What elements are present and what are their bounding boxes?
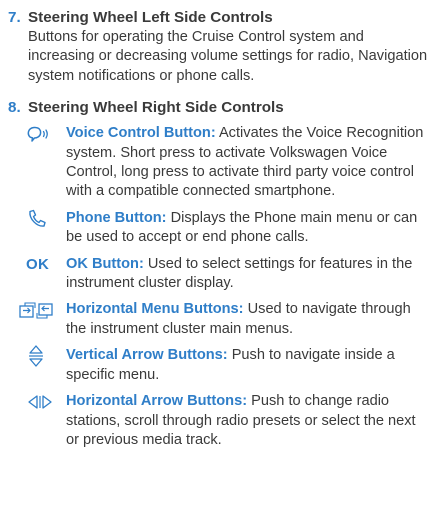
page: 7. Steering Wheel Left Side Controls But… [0,0,443,508]
item-text: Horizontal Arrow Buttons: Push to change… [66,392,433,450]
item-text: Vertical Arrow Buttons: Push to navigate… [66,346,433,385]
ok-icon: OK [26,255,66,275]
voice-control-icon [26,124,66,144]
item-label: Voice Control Button: [66,125,216,142]
section-right-controls: 8. Steering Wheel Right Side Controls Vo… [8,98,433,450]
list-item-voice-control: Voice Control Button: Activates the Voic… [26,124,433,202]
vertical-arrows-icon [26,345,66,367]
list-item-ok: OK OK Button: Used to select settings fo… [26,255,433,294]
section-title: Steering Wheel Left Side Controls [28,9,273,26]
ok-glyph: OK [26,256,50,274]
section-title: Steering Wheel Right Side Controls [28,99,284,117]
section-heading: 7. Steering Wheel Left Side Controls [8,8,433,28]
list-item-vertical-arrows: Vertical Arrow Buttons: Push to navigate… [26,345,433,385]
section-number: 7. [8,9,21,26]
item-text: Voice Control Button: Activates the Voic… [66,124,433,202]
section-number: 8. [8,99,21,117]
phone-icon [26,209,66,229]
section-heading: 8. Steering Wheel Right Side Controls [8,98,433,118]
item-text: Horizontal Menu Buttons: Used to navigat… [66,300,433,339]
item-label: OK Button: [66,255,144,272]
horizontal-menu-icon [18,300,66,320]
list-item-horizontal-arrows: Horizontal Arrow Buttons: Push to change… [26,392,433,450]
section-description: Buttons for operating the Cruise Control… [28,29,428,84]
item-text: OK Button: Used to select settings for f… [66,255,433,294]
item-text: Phone Button: Displays the Phone main me… [66,209,433,248]
horizontal-arrows-icon [26,392,66,412]
item-label: Horizontal Arrow Buttons: [66,393,248,410]
section-left-controls: 7. Steering Wheel Left Side Controls But… [8,8,433,86]
item-label: Horizontal Menu Buttons: [66,301,244,318]
list-item-phone: Phone Button: Displays the Phone main me… [26,209,433,248]
item-label: Phone Button: [66,209,167,226]
item-label: Vertical Arrow Buttons: [66,347,228,364]
list-item-horizontal-menu: Horizontal Menu Buttons: Used to navigat… [19,300,433,339]
control-list: Voice Control Button: Activates the Voic… [19,124,433,450]
